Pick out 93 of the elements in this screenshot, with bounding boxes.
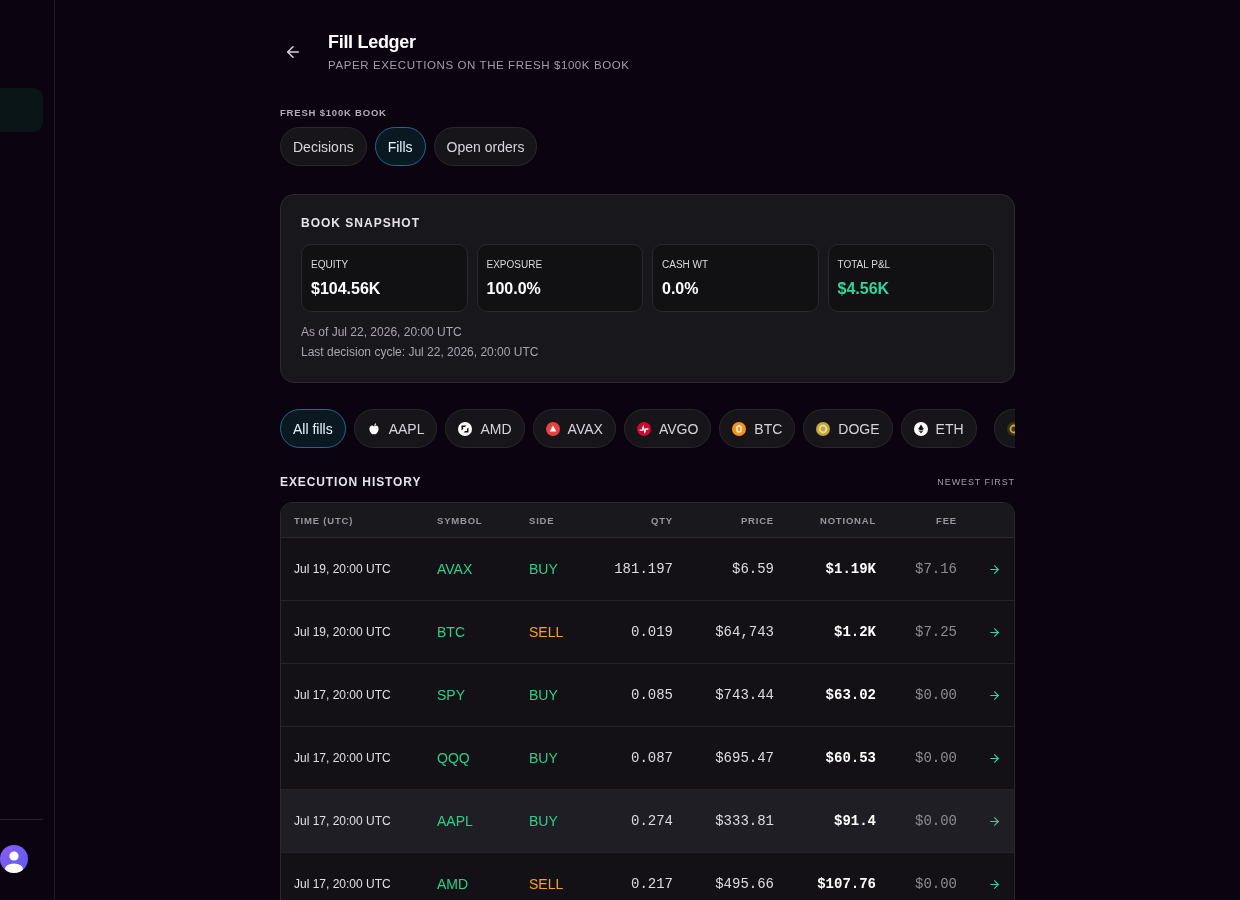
side-cell: BUY [529,813,558,829]
notional-cell: $1.2K [834,624,876,640]
page-subtitle: PAPER EXECUTIONS ON THE FRESH $100K BOOK [328,59,630,71]
stat-label: EQUITY [311,259,349,270]
coin-icon [816,421,831,436]
stat-value: 0.0% [662,280,699,298]
symbol-cell: AMD [437,876,469,892]
card-title: BOOK SNAPSHOT [301,216,420,230]
tab[interactable]: Decisions [280,127,367,166]
time-cell: Jul 17, 20:00 UTC [294,688,391,702]
column-header: FEE [936,514,957,526]
arrow-right-icon [988,625,1001,639]
last-cycle-text: Last decision cycle: Jul 22, 2026, 20:00 UTC [301,344,539,361]
arrow-right-icon [988,751,1001,765]
filter-chip[interactable]: AVGO [623,409,712,448]
notional-cell: $60.53 [825,750,876,766]
as-of-text: As of Jul 22, 2026, 20:00 UTC [301,324,462,341]
notional-cell: $107.76 [817,876,876,892]
price-cell: $64,743 [715,624,774,640]
time-cell: Jul 17, 20:00 UTC [294,751,391,765]
side-cell: SELL [529,876,564,892]
side-cell: BUY [529,750,558,766]
qty-cell: 0.217 [631,876,673,892]
stat-value: $4.56K [837,280,890,298]
column-header: PRICE [740,514,774,526]
column-header: SIDE [529,514,555,526]
side-cell: SELL [529,624,564,640]
stat-label: TOTAL P&L [837,259,891,270]
diamond-token-icon [913,421,928,436]
symbol-cell: BTC [437,624,465,640]
stat-label: EXPOSURE [486,259,543,270]
filter-chip[interactable]: ETH [900,409,977,448]
coin-icon [732,421,747,436]
section-title: EXECUTION HISTORY [280,475,422,489]
time-cell: Jul 17, 20:00 UTC [294,814,391,828]
filter-chip[interactable] [994,409,1015,448]
fee-cell: $7.25 [915,624,957,640]
notional-cell: $1.19K [825,561,876,577]
stat-value: 100.0% [486,280,541,298]
side-cell: BUY [529,561,558,577]
pulse-token-icon [636,421,651,436]
filter-chip[interactable]: DOGE [803,409,893,448]
time-cell: Jul 19, 20:00 UTC [294,625,391,639]
stat-value: $104.56K [311,280,381,298]
column-header: SYMBOL [437,514,483,526]
price-cell: $6.59 [732,561,774,577]
qty-cell: 0.087 [631,750,673,766]
fee-cell: $7.16 [915,561,957,577]
side-cell: BUY [529,687,558,703]
price-cell: $743.44 [715,687,774,703]
price-cell: $495.66 [715,876,774,892]
arrow-right-icon [988,814,1001,828]
coin-icon [1007,421,1015,436]
time-cell: Jul 17, 20:00 UTC [294,877,391,891]
fee-cell: $0.00 [915,687,957,703]
price-cell: $333.81 [715,813,774,829]
filter-chip[interactable]: AAPL [353,409,438,448]
user-avatar-icon[interactable] [0,845,28,873]
symbol-cell: AAPL [437,813,473,829]
tab[interactable]: Open orders [433,127,538,166]
book-label: FRESH $100K BOOK [280,107,387,118]
arrow-right-icon [988,688,1001,702]
filter-chip[interactable]: All fills [280,409,346,448]
arrow-right-icon [988,562,1001,576]
symbol-cell: AVAX [437,561,473,577]
page-title: Fill Ledger [328,32,416,53]
triangle-token-icon [545,421,560,436]
apple-icon [366,421,381,436]
qty-cell: 0.085 [631,687,673,703]
column-header: NOTIONAL [820,514,876,526]
arrow-right-icon [988,877,1001,891]
table-row[interactable]: Jul 17, 20:00 UTC AAPL BUY 0.274 $333.81 $91.4 $0.00 [281,790,1014,853]
sort-order-label: NEWEST FIRST [937,477,1015,487]
filter-chip[interactable]: AMD [445,409,525,448]
price-cell: $695.47 [715,750,774,766]
notional-cell: $63.02 [825,687,876,703]
qty-cell: 0.274 [631,813,673,829]
qty-cell: 181.197 [614,561,673,577]
fee-cell: $0.00 [915,750,957,766]
symbol-cell: QQQ [437,750,470,766]
column-header: TIME (UTC) [294,514,354,526]
stat-label: CASH WT [662,259,709,270]
filter-chip[interactable]: BTC [719,409,796,448]
notional-cell: $91.4 [834,813,876,829]
time-cell: Jul 19, 20:00 UTC [294,562,391,576]
fee-cell: $0.00 [915,813,957,829]
tab[interactable]: Fills [374,127,426,166]
fee-cell: $0.00 [915,876,957,892]
qty-cell: 0.019 [631,624,673,640]
token-icon [458,421,473,436]
symbol-cell: SPY [437,687,465,703]
filter-chip[interactable]: AVAX [532,409,616,448]
column-header: QTY [651,514,673,526]
